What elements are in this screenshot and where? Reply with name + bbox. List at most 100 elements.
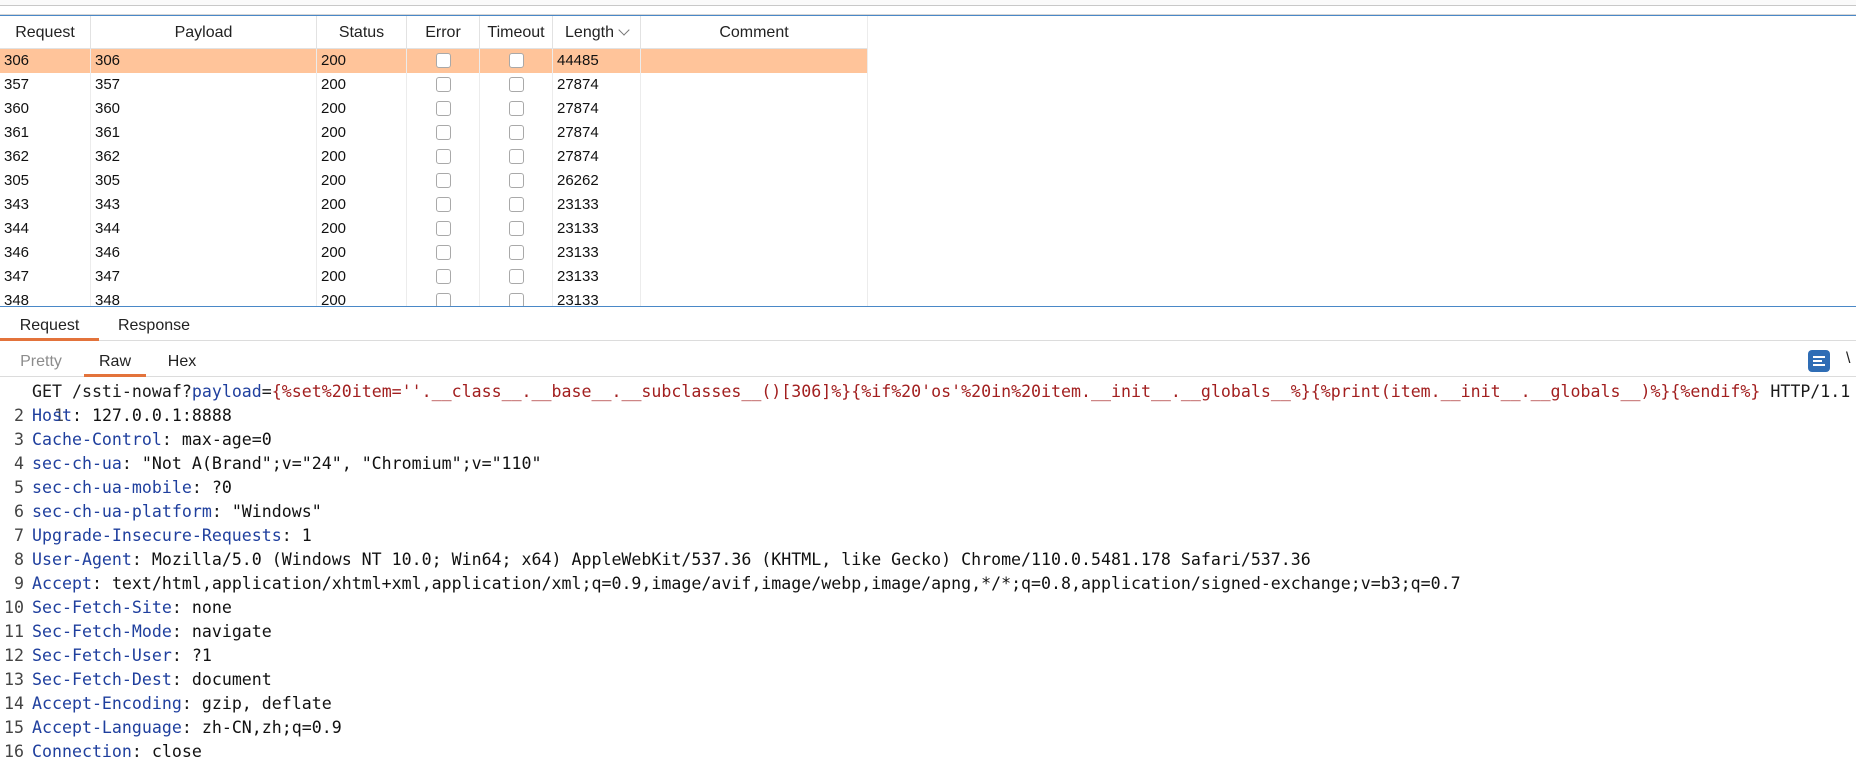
table-row[interactable]: 348 348 200 23133 xyxy=(0,289,868,306)
table-row[interactable]: 362 362 200 27874 xyxy=(0,145,868,169)
editor-line: 16 Connection: close xyxy=(0,740,1856,764)
line-number: 4 xyxy=(14,454,24,473)
table-right-border xyxy=(867,16,868,306)
header-line: Sec-Fetch-Site: none xyxy=(32,596,232,620)
cell-error xyxy=(407,193,480,217)
header-colon: : xyxy=(121,454,142,473)
table-row[interactable]: 346 346 200 23133 xyxy=(0,241,868,265)
header-name: Sec-Fetch-Dest xyxy=(32,670,172,689)
table-row[interactable]: 344 344 200 23133 xyxy=(0,217,868,241)
table-row[interactable]: 305 305 200 26262 xyxy=(0,169,868,193)
error-checkbox[interactable] xyxy=(435,197,451,212)
error-checkbox[interactable] xyxy=(435,293,451,306)
cell-payload: 343 xyxy=(91,193,317,217)
header-value: gzip, deflate xyxy=(201,694,332,713)
cell-payload: 305 xyxy=(91,169,317,193)
header-colon: : xyxy=(181,694,202,713)
tab-pretty[interactable]: Pretty xyxy=(14,348,68,376)
timeout-checkbox[interactable] xyxy=(508,245,524,260)
cell-timeout xyxy=(480,241,553,265)
wrap-icon-line-1 xyxy=(1813,356,1825,358)
timeout-checkbox[interactable] xyxy=(508,221,524,236)
table-row[interactable]: 357 357 200 27874 xyxy=(0,73,868,97)
error-checkbox[interactable] xyxy=(435,125,451,140)
wrap-icon-line-3 xyxy=(1813,364,1825,366)
top-toolbar-inner xyxy=(0,0,1856,6)
cell-status: 200 xyxy=(317,217,407,241)
cell-timeout xyxy=(480,73,553,97)
error-checkbox[interactable] xyxy=(435,101,451,116)
timeout-checkbox[interactable] xyxy=(508,125,524,140)
cell-comment xyxy=(641,265,868,289)
tab-response[interactable]: Response xyxy=(108,312,200,340)
word-wrap-icon[interactable] xyxy=(1808,350,1830,372)
column-header-error-label: Error xyxy=(425,24,461,41)
header-name: Sec-Fetch-User xyxy=(32,646,172,665)
line-number: 9 xyxy=(14,574,24,593)
chevron-down-icon xyxy=(618,24,630,36)
column-header-request[interactable]: Request xyxy=(0,16,91,48)
tab-hex[interactable]: Hex xyxy=(158,348,206,376)
header-colon: : xyxy=(131,550,152,569)
timeout-checkbox[interactable] xyxy=(508,53,524,68)
tab-request[interactable]: Request xyxy=(0,312,99,341)
results-table[interactable]: Request Payload Status Error Timeout Len… xyxy=(0,15,1856,307)
error-checkbox[interactable] xyxy=(435,173,451,188)
line-number: 10 xyxy=(4,598,24,617)
raw-request-editor[interactable]: 1 GET /ssti-nowaf?payload={%set%20item=''… xyxy=(0,380,1856,768)
cell-request: 361 xyxy=(0,121,91,145)
column-header-timeout[interactable]: Timeout xyxy=(480,16,553,48)
line-number: 15 xyxy=(4,718,24,737)
table-row[interactable]: 361 361 200 27874 xyxy=(0,121,868,145)
column-header-payload[interactable]: Payload xyxy=(91,16,317,48)
header-value: close xyxy=(151,742,202,761)
editor-line: 7 Upgrade-Insecure-Requests: 1 xyxy=(0,524,1856,548)
error-checkbox[interactable] xyxy=(435,53,451,68)
table-row[interactable]: 347 347 200 23133 xyxy=(0,265,868,289)
header-line: Cache-Control: max-age=0 xyxy=(32,428,272,452)
error-checkbox[interactable] xyxy=(435,245,451,260)
error-checkbox[interactable] xyxy=(435,221,451,236)
timeout-checkbox[interactable] xyxy=(508,149,524,164)
header-colon: : xyxy=(171,670,192,689)
table-row[interactable]: 306 306 200 44485 xyxy=(0,49,868,73)
error-checkbox[interactable] xyxy=(435,149,451,164)
cell-request: 357 xyxy=(0,73,91,97)
cell-request: 306 xyxy=(0,49,91,73)
header-name: Accept-Encoding xyxy=(32,694,182,713)
line-number: 7 xyxy=(14,526,24,545)
column-header-payload-label: Payload xyxy=(174,24,233,41)
header-colon: : xyxy=(191,478,212,497)
cell-request: 343 xyxy=(0,193,91,217)
column-header-length[interactable]: Length xyxy=(553,16,641,48)
tab-raw[interactable]: Raw xyxy=(84,348,146,377)
cell-request: 344 xyxy=(0,217,91,241)
timeout-checkbox[interactable] xyxy=(508,269,524,284)
timeout-checkbox[interactable] xyxy=(508,101,524,116)
cell-payload: 361 xyxy=(91,121,317,145)
timeout-checkbox[interactable] xyxy=(508,173,524,188)
cell-error xyxy=(407,169,480,193)
table-row[interactable]: 360 360 200 27874 xyxy=(0,97,868,121)
table-row[interactable]: 343 343 200 23133 xyxy=(0,193,868,217)
error-checkbox[interactable] xyxy=(435,269,451,284)
column-header-comment[interactable]: Comment xyxy=(641,16,868,48)
timeout-checkbox[interactable] xyxy=(508,197,524,212)
column-header-error[interactable]: Error xyxy=(407,16,480,48)
column-header-length-label: Length xyxy=(565,24,614,41)
editor-line: 13 Sec-Fetch-Dest: document xyxy=(0,668,1856,692)
cell-payload: 347 xyxy=(91,265,317,289)
timeout-checkbox[interactable] xyxy=(508,77,524,92)
cell-comment xyxy=(641,145,868,169)
cell-length: 23133 xyxy=(553,265,641,289)
cell-length: 23133 xyxy=(553,289,641,306)
cell-timeout xyxy=(480,97,553,121)
header-value: text/html,application/xhtml+xml,applicat… xyxy=(111,574,1461,593)
cell-payload: 344 xyxy=(91,217,317,241)
column-header-status[interactable]: Status xyxy=(317,16,407,48)
error-checkbox[interactable] xyxy=(435,77,451,92)
header-line: Connection: close xyxy=(32,740,202,764)
header-colon: : xyxy=(171,646,192,665)
header-name: Host xyxy=(32,406,72,425)
timeout-checkbox[interactable] xyxy=(508,293,524,306)
